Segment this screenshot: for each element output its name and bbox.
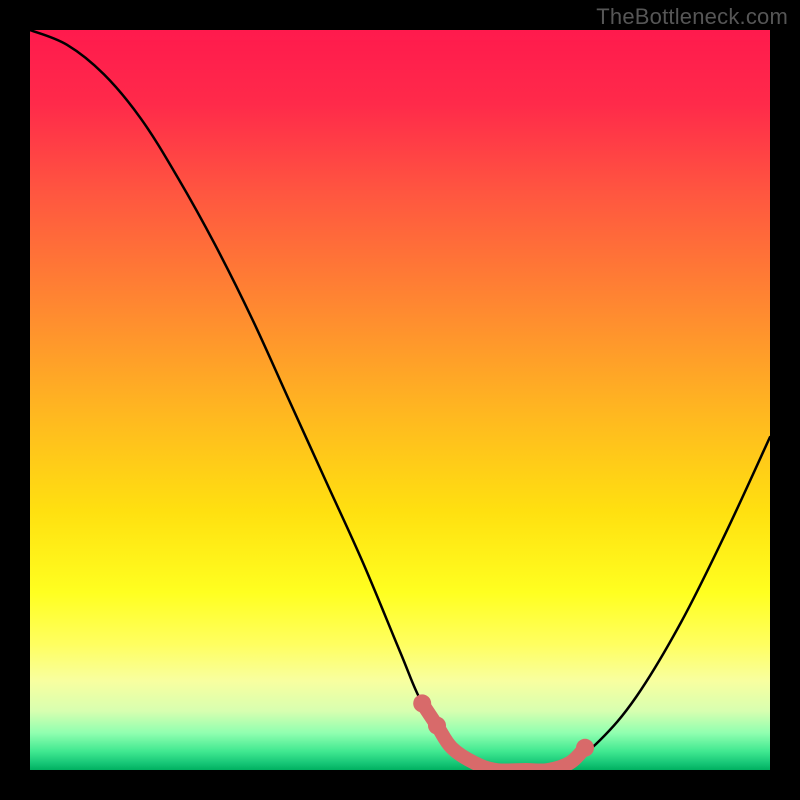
highlight-dots [413, 694, 594, 756]
watermark-text: TheBottleneck.com [596, 4, 788, 30]
chart-frame: TheBottleneck.com [0, 0, 800, 800]
highlight-dot [576, 739, 594, 757]
curve-layer [30, 30, 770, 770]
highlight-dot [413, 694, 431, 712]
bottleneck-curve [30, 30, 770, 770]
optimal-zone-highlight [422, 703, 585, 770]
highlight-dot [428, 717, 446, 735]
plot-area [30, 30, 770, 770]
